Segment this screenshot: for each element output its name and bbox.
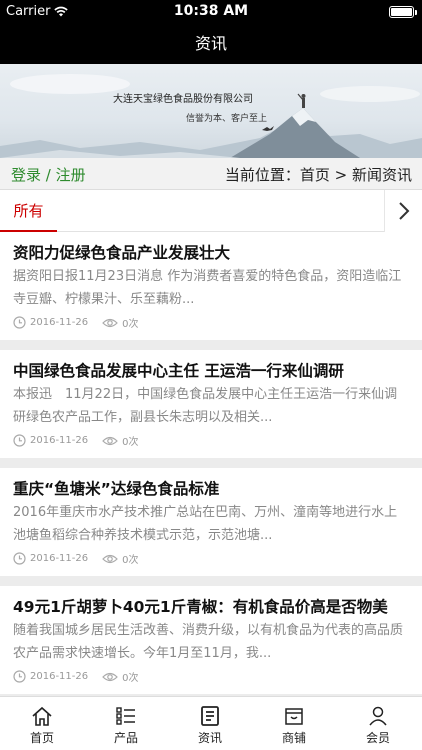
user-icon: [369, 706, 387, 726]
tab-products-label: 产品: [113, 731, 138, 745]
more-categories-button[interactable]: [384, 190, 422, 232]
login-separator: /: [41, 166, 56, 184]
bottom-tab-bar: 首页 产品 资讯 商铺 会员: [0, 696, 422, 750]
article-views: 0次: [122, 437, 139, 448]
article-title: 重庆“鱼塘米”达绿色食品标准: [13, 480, 220, 498]
category-tabs: 所有: [0, 190, 422, 233]
article-meta: 2016-11-26 0次: [13, 669, 139, 684]
article-item[interactable]: 资阳力促绿色食品产业发展壮大 据资阳日报11月23日消息 作为消费者喜爱的特色食…: [0, 232, 422, 340]
eye-icon: [102, 436, 118, 445]
article-item[interactable]: 49元1斤胡萝卜40元1斤青椒：有机食品价高是否物美 随着我国城乡居民生活改善、…: [0, 586, 422, 694]
clock-icon: [13, 670, 26, 683]
battery-icon: [389, 6, 417, 18]
list-icon: [116, 707, 135, 725]
article-date: 2016-11-26: [30, 553, 89, 564]
tab-news-label: 资讯: [197, 731, 222, 745]
eye-icon: [102, 318, 118, 327]
article-item[interactable]: 重庆“鱼塘米”达绿色食品标准 2016年重庆市水产技术推广总站在巴南、万州、潼南…: [0, 468, 422, 576]
tab-store-label: 商铺: [281, 731, 306, 745]
chevron-right-icon: [398, 202, 409, 220]
article-date: 2016-11-26: [30, 435, 89, 446]
nav-bar: 资讯: [0, 24, 422, 64]
tab-all[interactable]: 所有: [0, 190, 57, 233]
news-icon: [201, 706, 219, 726]
eye-icon: [102, 554, 118, 563]
article-date: 2016-11-26: [30, 671, 89, 682]
clock: 10:38 AM: [173, 3, 249, 19]
article-summary: 2016年重庆市水产技术推广总站在巴南、万州、潼南等地进行水上池塘鱼稻综合种养技…: [13, 505, 398, 543]
article-summary: 随着我国城乡居民生活改善、消费升级，以有机食品为代表的高品质农产品需求快速增长。…: [13, 623, 404, 661]
clock-icon: [13, 434, 26, 447]
article-summary: 本报迅 11月22日，中国绿色食品发展中心主任王运浩一行来仙调研绿色农产品工作，…: [13, 387, 398, 425]
article-meta: 2016-11-26 0次: [13, 551, 139, 566]
status-bar: Carrier 10:38 AM: [0, 0, 422, 24]
eye-icon: [102, 672, 118, 681]
article-title: 49元1斤胡萝卜40元1斤青椒：有机食品价高是否物美: [13, 598, 388, 616]
home-icon: [32, 706, 52, 726]
article-meta: 2016-11-26 0次: [13, 433, 139, 448]
tab-all-label: 所有: [13, 202, 44, 220]
tab-member-label: 会员: [365, 731, 390, 745]
article-list: 资阳力促绿色食品产业发展壮大 据资阳日报11月23日消息 作为消费者喜爱的特色食…: [0, 232, 422, 696]
user-row: 登录 / 注册 当前位置：首页 > 新闻资讯: [0, 158, 422, 190]
login-link[interactable]: 登录: [11, 166, 41, 184]
login-links: 登录 / 注册: [11, 164, 86, 185]
tab-home-label: 首页: [29, 731, 54, 745]
tab-home[interactable]: 首页: [0, 697, 84, 750]
clock-icon: [13, 316, 26, 329]
register-link[interactable]: 注册: [56, 166, 86, 184]
page-title: 资讯: [194, 34, 227, 53]
article-date: 2016-11-26: [30, 317, 89, 328]
tab-products[interactable]: 产品: [84, 697, 168, 750]
article-item[interactable]: 中国绿色食品发展中心主任 王运浩一行来仙调研 本报迅 11月22日，中国绿色食品…: [0, 350, 422, 458]
banner-slogan: 信誉为本、客户至上: [186, 114, 268, 124]
tab-store[interactable]: 商铺: [252, 697, 336, 750]
tab-member[interactable]: 会员: [336, 697, 420, 750]
article-views: 0次: [122, 319, 139, 330]
article-title: 资阳力促绿色食品产业发展壮大: [13, 244, 231, 262]
banner-image: 大连天宝绿色食品股份有限公司 信誉为本、客户至上: [0, 64, 422, 158]
tab-news[interactable]: 资讯: [168, 697, 252, 750]
clock-icon: [13, 552, 26, 565]
article-views: 0次: [122, 555, 139, 566]
banner-company-name: 大连天宝绿色食品股份有限公司: [113, 94, 253, 105]
breadcrumb: 当前位置：首页 > 新闻资讯: [224, 166, 412, 184]
article-summary: 据资阳日报11月23日消息 作为消费者喜爱的特色食品，资阳造临江寺豆瓣、柠檬果汁…: [13, 269, 402, 307]
article-views: 0次: [122, 673, 139, 684]
article-title: 中国绿色食品发展中心主任 王运浩一行来仙调研: [13, 362, 344, 380]
article-meta: 2016-11-26 0次: [13, 315, 139, 330]
store-icon: [285, 708, 303, 725]
